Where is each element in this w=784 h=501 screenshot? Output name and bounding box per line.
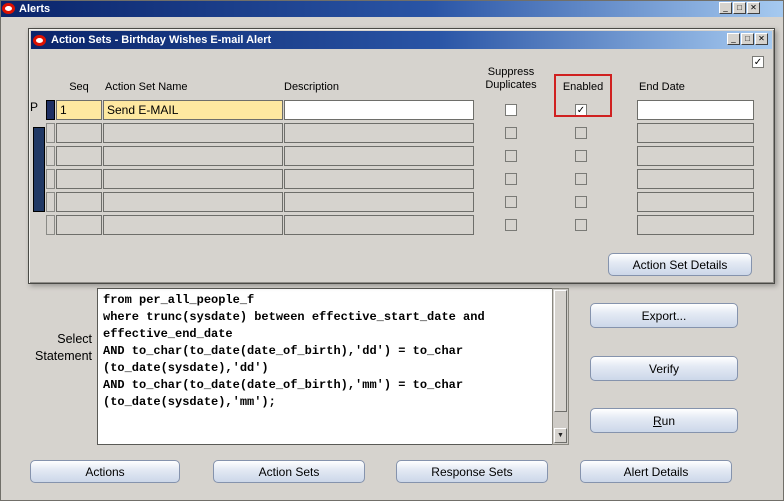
action-set-name-field[interactable] xyxy=(103,215,283,235)
window-title: Alerts xyxy=(19,2,51,15)
scrollbar-down-button[interactable]: ▼ xyxy=(554,428,567,443)
row-selector[interactable] xyxy=(46,123,55,143)
action-set-name-field[interactable] xyxy=(103,192,283,212)
seq-field[interactable] xyxy=(56,146,102,166)
select-statement-label-line1: Select xyxy=(57,332,92,346)
alert-details-button[interactable]: Alert Details xyxy=(580,460,732,483)
end-date-field[interactable] xyxy=(637,100,754,120)
end-date-field[interactable] xyxy=(637,169,754,189)
action-set-row: 1 Send E-MAIL ✓ xyxy=(29,100,774,120)
suppress-duplicates-checkbox[interactable] xyxy=(505,173,517,185)
end-date-field[interactable] xyxy=(637,192,754,212)
run-button[interactable]: Run xyxy=(590,408,738,433)
enabled-checkbox[interactable] xyxy=(575,127,587,139)
action-set-name-field[interactable] xyxy=(103,146,283,166)
action-set-row xyxy=(29,192,774,212)
action-set-name-field[interactable] xyxy=(103,123,283,143)
enabled-checkbox[interactable] xyxy=(575,150,587,162)
description-field[interactable] xyxy=(284,100,474,120)
background-artifact-box xyxy=(33,127,45,212)
background-artifact-label: P xyxy=(30,100,39,114)
action-sets-button[interactable]: Action Sets xyxy=(213,460,365,483)
verify-button[interactable]: Verify xyxy=(590,356,738,381)
window-controls: _ □ ✕ xyxy=(719,2,760,14)
seq-field[interactable] xyxy=(56,169,102,189)
enabled-checkbox[interactable] xyxy=(575,196,587,208)
sql-scrollbar[interactable]: ▼ xyxy=(552,288,569,445)
row-selector[interactable] xyxy=(46,192,55,212)
suppress-duplicates-checkbox[interactable] xyxy=(505,196,517,208)
window-titlebar[interactable]: Alerts _ □ ✕ xyxy=(0,0,784,17)
maximize-button[interactable]: □ xyxy=(733,2,746,14)
oracle-logo-icon xyxy=(2,3,15,14)
seq-field[interactable]: 1 xyxy=(56,100,102,120)
enabled-checkbox[interactable] xyxy=(575,219,587,231)
end-date-field[interactable] xyxy=(637,215,754,235)
enabled-checkbox[interactable] xyxy=(575,173,587,185)
seq-field[interactable] xyxy=(56,215,102,235)
description-field[interactable] xyxy=(284,192,474,212)
row-selector[interactable] xyxy=(46,215,55,235)
action-set-row xyxy=(29,215,774,235)
export-button[interactable]: Export... xyxy=(590,303,738,328)
action-set-name-field[interactable]: Send E-MAIL xyxy=(103,100,283,120)
action-set-row xyxy=(29,146,774,166)
select-statement-textarea[interactable]: from per_all_people_f where trunc(sysdat… xyxy=(97,288,553,445)
suppress-duplicates-checkbox[interactable] xyxy=(505,127,517,139)
action-set-row xyxy=(29,123,774,143)
scrollbar-thumb[interactable] xyxy=(554,290,567,412)
action-set-details-button[interactable]: Action Set Details xyxy=(608,253,752,276)
row-selector[interactable] xyxy=(46,100,55,120)
end-date-field[interactable] xyxy=(637,123,754,143)
minimize-button[interactable]: _ xyxy=(719,2,732,14)
select-statement-label: Select Statement xyxy=(30,331,92,365)
description-field[interactable] xyxy=(284,146,474,166)
row-selector[interactable] xyxy=(46,146,55,166)
select-statement-label-line2: Statement xyxy=(35,349,92,363)
action-set-name-field[interactable] xyxy=(103,169,283,189)
seq-field[interactable] xyxy=(56,192,102,212)
suppress-duplicates-checkbox[interactable] xyxy=(505,150,517,162)
action-set-rows: 1 Send E-MAIL ✓ xyxy=(29,29,774,283)
action-set-row xyxy=(29,169,774,189)
enabled-focus-ring xyxy=(554,74,612,117)
description-field[interactable] xyxy=(284,169,474,189)
action-sets-dialog: Action Sets - Birthday Wishes E-mail Ale… xyxy=(28,28,775,284)
end-date-field[interactable] xyxy=(637,146,754,166)
suppress-duplicates-checkbox[interactable] xyxy=(505,219,517,231)
close-button[interactable]: ✕ xyxy=(747,2,760,14)
row-selector[interactable] xyxy=(46,169,55,189)
description-field[interactable] xyxy=(284,123,474,143)
suppress-duplicates-checkbox[interactable] xyxy=(505,104,517,116)
description-field[interactable] xyxy=(284,215,474,235)
response-sets-button[interactable]: Response Sets xyxy=(396,460,548,483)
seq-field[interactable] xyxy=(56,123,102,143)
actions-button[interactable]: Actions xyxy=(30,460,180,483)
